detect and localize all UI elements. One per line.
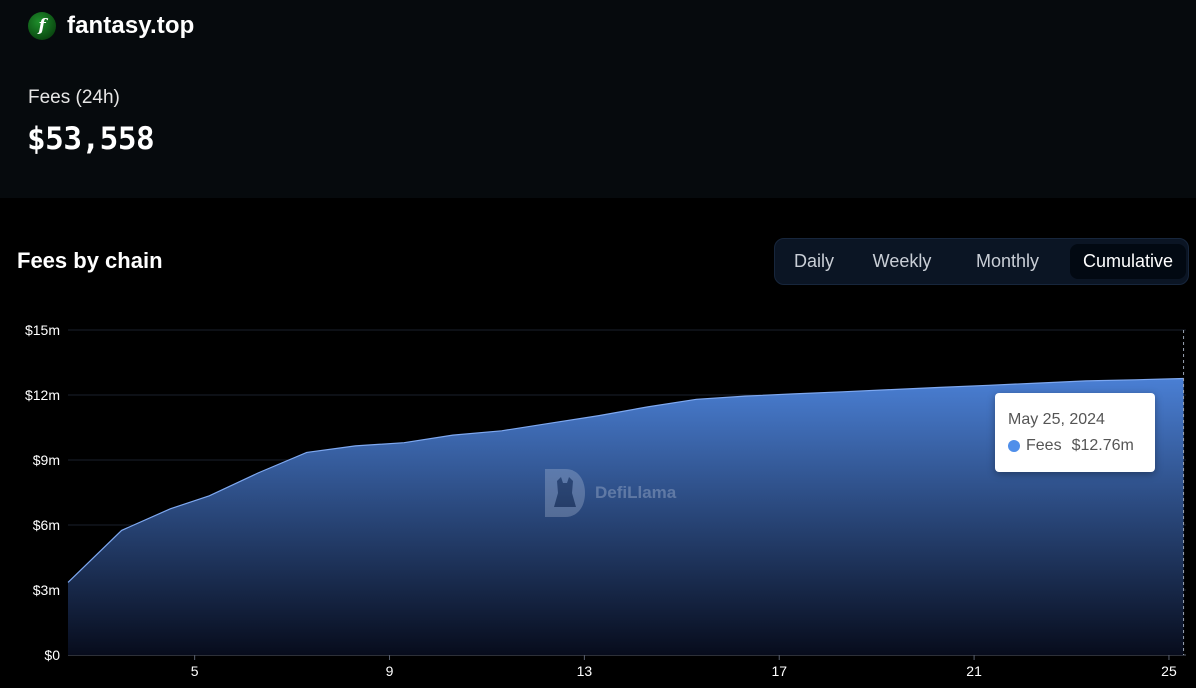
- x-tick-label: 9: [386, 663, 394, 679]
- y-tick-label: $9m: [33, 452, 60, 468]
- x-tick-label: 17: [771, 663, 787, 679]
- y-tick-label: $12m: [25, 387, 60, 403]
- watermark-text: DefiLlama: [595, 483, 677, 502]
- fees-24h-label: Fees (24h): [28, 87, 120, 108]
- y-tick-label: $15m: [25, 322, 60, 338]
- fees-24h-value: $53,558: [27, 121, 155, 157]
- defillama-logo-icon: [545, 469, 585, 517]
- fantasy-top-logo-icon: f: [28, 12, 56, 40]
- tab-cumulative[interactable]: Cumulative: [1070, 244, 1186, 279]
- y-tick-label: $0: [44, 647, 60, 663]
- tooltip-series-value: $12.76m: [1071, 437, 1134, 454]
- tab-monthly[interactable]: Monthly: [960, 244, 1055, 279]
- tooltip-date: May 25, 2024: [1008, 411, 1105, 428]
- x-tick-label: 5: [191, 663, 199, 679]
- protocol-name: fantasy.top: [67, 12, 195, 39]
- y-tick-label: $3m: [33, 582, 60, 598]
- tooltip-series-row: Fees $12.76m: [1008, 437, 1134, 455]
- tab-daily[interactable]: Daily: [780, 244, 848, 279]
- x-axis-ticks: 5 9 13 17 21 25: [191, 655, 1177, 679]
- chart-tooltip: May 25, 2024 Fees $12.76m: [995, 393, 1155, 472]
- tooltip-series-name: Fees: [1026, 437, 1062, 454]
- protocol-brand: f fantasy.top: [28, 12, 194, 40]
- x-tick-label: 25: [1161, 663, 1177, 679]
- period-tabs: Daily Weekly Monthly Cumulative: [774, 238, 1189, 285]
- tab-weekly[interactable]: Weekly: [857, 244, 947, 279]
- tooltip-series-dot: [1008, 440, 1020, 452]
- y-tick-label: $6m: [33, 517, 60, 533]
- chart-title: Fees by chain: [17, 248, 163, 273]
- x-tick-label: 13: [577, 663, 593, 679]
- x-tick-label: 21: [966, 663, 982, 679]
- y-axis-ticks: $0 $3m $6m $9m $12m $15m: [25, 322, 60, 663]
- defillama-watermark: DefiLlama: [543, 467, 676, 519]
